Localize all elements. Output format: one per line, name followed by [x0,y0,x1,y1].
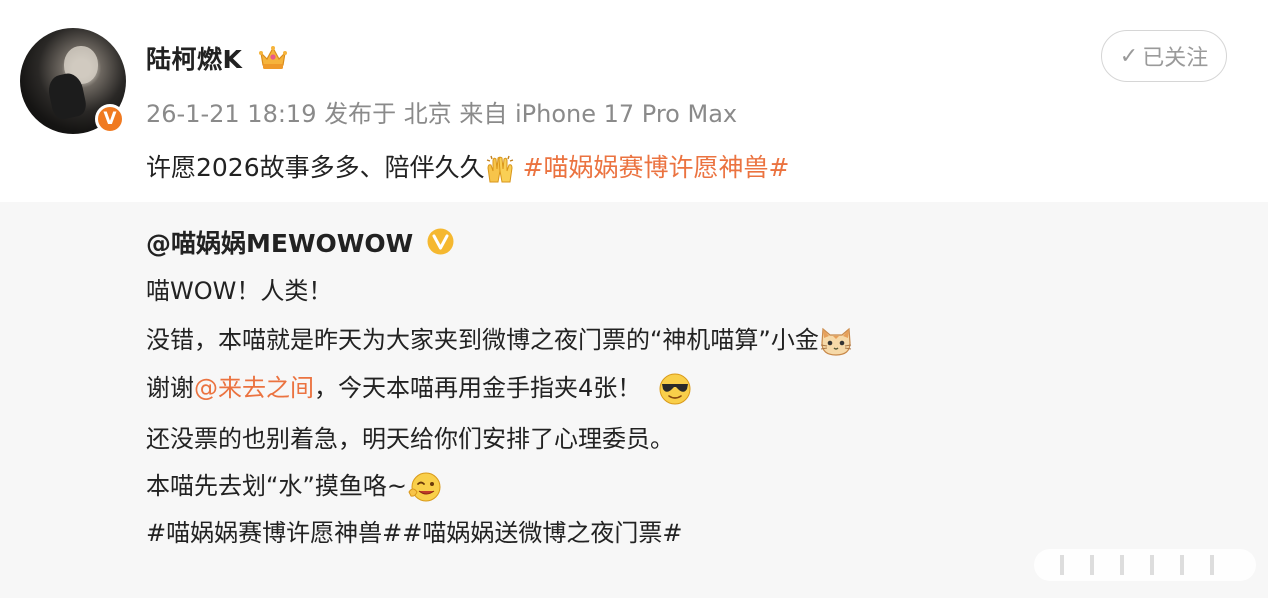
post-hashtag[interactable]: #喵娲娲赛博许愿神兽# [523,153,790,182]
sunglasses-face-icon [659,373,691,405]
post-meta: 26-1-21 18:19 发布于 北京 来自 iPhone 17 Pro Ma… [146,100,738,128]
repost-line-5: 本喵先去划“水”摸鱼咯~ [146,466,443,504]
following-button[interactable]: ✓ 已关注 [1101,30,1227,82]
raised-hands-icon [486,155,513,183]
repost-line-1: 喵WOW！人类！ [146,277,333,305]
thanks-prefix: 谢谢 [146,374,194,402]
author-name[interactable]: 陆柯燃K [146,40,242,76]
crown-icon [259,46,287,69]
cat-face-icon [820,327,851,356]
post-body: 许愿2026故事多多、陪伴久久 [146,153,485,182]
thanks-suffix: ，今天本喵再用金手指夹4张！ [314,374,642,402]
repost-line-5-text: 本喵先去划“水”摸鱼咯~ [146,472,407,500]
check-icon: ✓ [1119,43,1139,69]
verified-yellow-badge-icon [427,228,454,255]
repost-line-3: 谢谢@来去之间，今天本喵再用金手指夹4张！ [146,368,693,406]
repost-line-4: 还没票的也别着急，明天给你们安排了心理委员。 [146,425,674,453]
verified-badge-icon: V [95,104,125,134]
repost-line-2-text: 没错，本喵就是昨天为大家夹到微博之夜门票的“神机喵算”小金 [146,326,819,354]
following-label: 已关注 [1142,46,1209,71]
repost-hashtags[interactable]: #喵娲娲赛博许愿神兽##喵娲娲送微博之夜门票# [146,513,682,548]
mention-link[interactable]: @来去之间 [194,374,314,402]
post-text: 许愿2026故事多多、陪伴久久 #喵娲娲赛博许愿神兽# [146,148,789,184]
playful-face-icon [408,472,441,502]
repost-line-2: 没错，本喵就是昨天为大家夹到微博之夜门票的“神机喵算”小金 [146,320,853,357]
weibo-post: V 陆柯燃K 26-1-21 18:19 发布于 北京 来自 iPhone 17… [0,0,1268,598]
repost-username[interactable]: @喵娲娲MEWOWOW [146,224,413,260]
watermark-icon [1034,549,1256,581]
